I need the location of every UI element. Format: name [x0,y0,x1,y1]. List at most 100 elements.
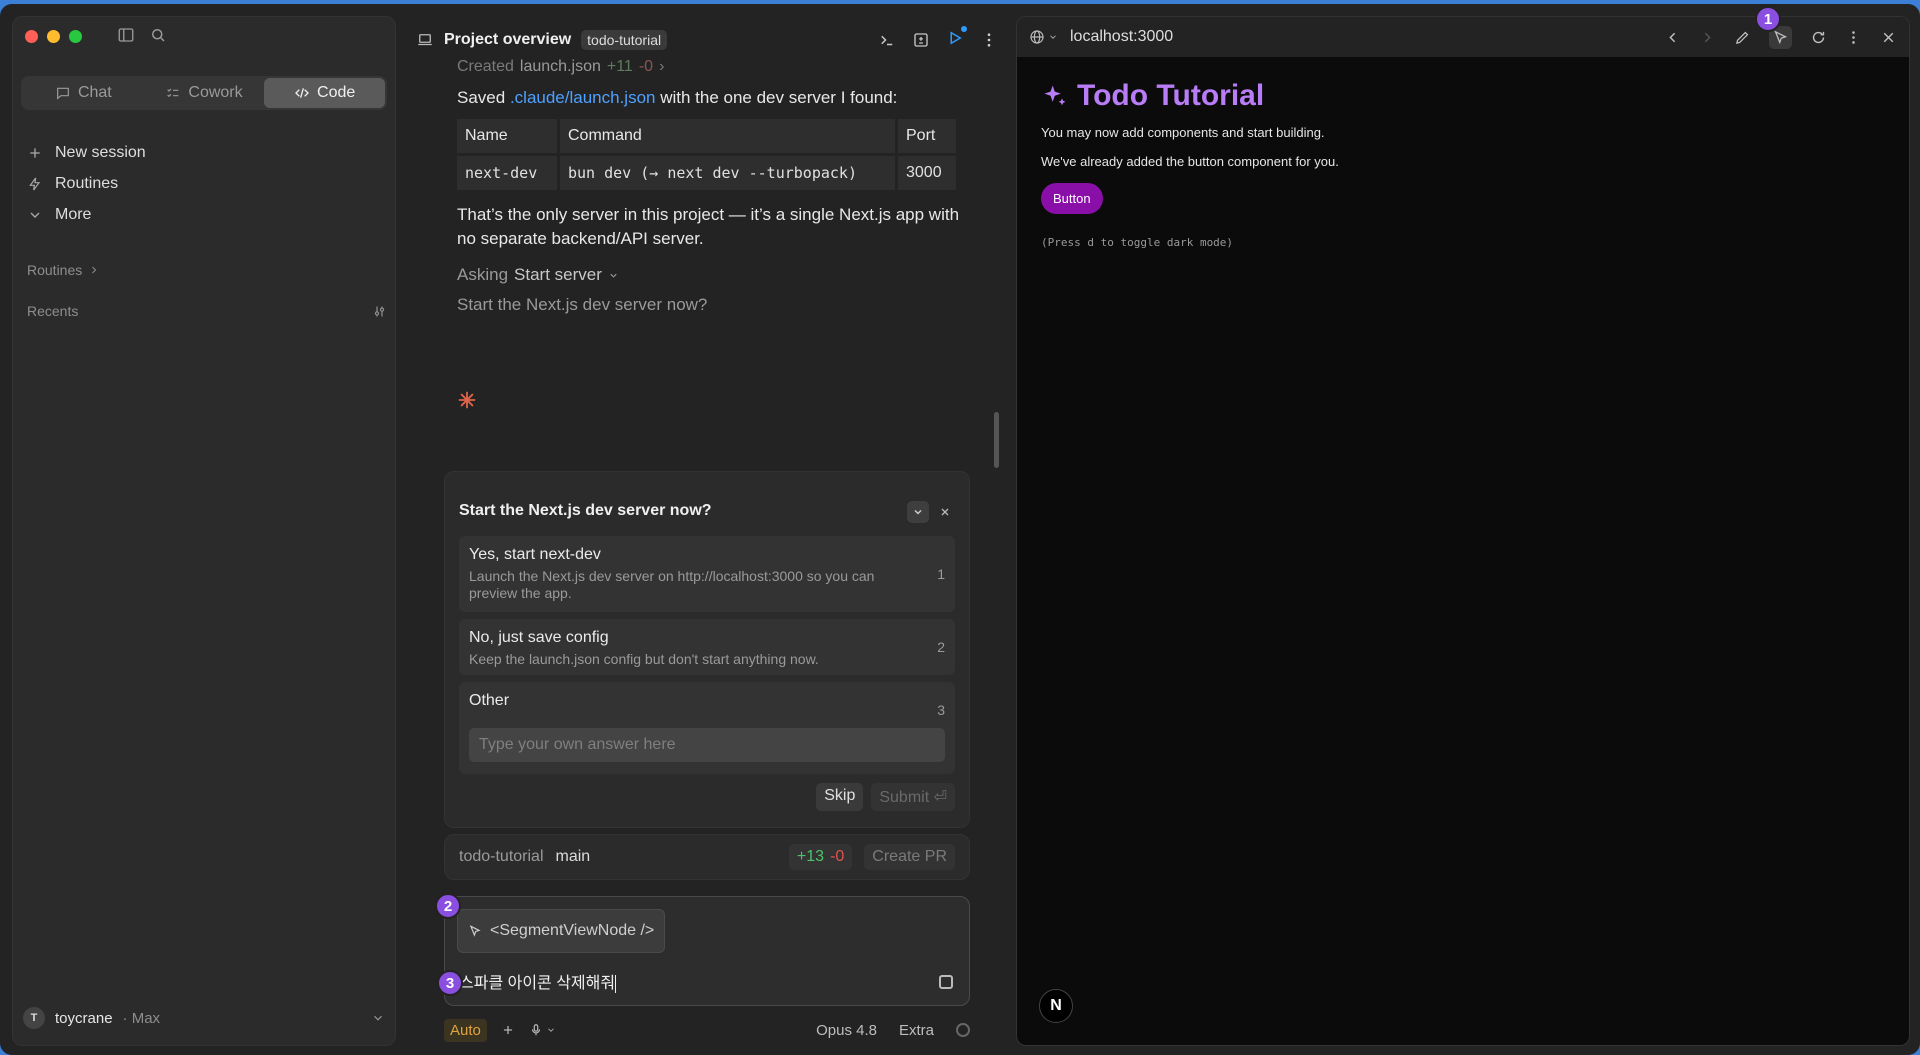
table-cell: next-dev [457,156,557,190]
project-badge: todo-tutorial [581,30,668,50]
thinking-spark-icon [458,391,476,409]
asking-topic: Start server [514,265,602,284]
effort-selector[interactable]: Extra [899,1022,934,1039]
option-label: No, just save config [469,629,609,646]
sidebar-item-label: New session [55,143,146,161]
question-card-footer: Skip Submit ⏎ [816,783,955,811]
prompt-composer[interactable]: <SegmentViewNode /> 스파클 아이콘 삭제해줘 [444,896,970,1006]
option-label: Other [469,692,510,709]
skip-button[interactable]: Skip [816,783,864,811]
section-label: Recents [27,303,79,319]
checklist-icon [167,88,179,98]
routines-section-header[interactable]: Routines [27,262,100,278]
lines-added: +11 [606,58,633,75]
nextjs-devtools-button[interactable]: N [1039,989,1073,1023]
page-title: Project overview [444,31,572,48]
tab-code[interactable]: Code [264,78,386,108]
asking-indicator[interactable]: Asking Start server [457,265,967,285]
close-window-button[interactable] [25,30,38,43]
option-shortcut: 1 [937,566,945,582]
status-dot [961,25,967,32]
chevron-down-icon [914,509,922,515]
question-card-controls [907,501,951,523]
annotation-marker-1: 1 [1755,6,1781,32]
annotation-marker-3: 3 [437,970,463,996]
sidebar-item-label: Routines [55,174,119,192]
scrollbar-thumb[interactable] [994,412,999,468]
session-actions [878,25,998,52]
stop-icon[interactable] [939,975,953,989]
selected-element-chip[interactable]: <SegmentViewNode /> [457,909,666,953]
tab-chat[interactable]: Chat [23,78,144,108]
sidebar-item-label: More [55,205,92,223]
intro-text: We've already added the button component… [1041,154,1339,169]
branch-name[interactable]: main [556,848,591,866]
app-window: Chat Cowork Code New session Routines Mo… [0,4,1920,1055]
chevron-down-icon [548,1028,554,1032]
context-usage-icon[interactable] [956,1023,970,1037]
url-field[interactable]: localhost:3000 [1070,28,1173,46]
plus-icon[interactable] [501,1023,515,1037]
more-vertical-icon[interactable] [1845,29,1862,46]
tool-call-verb: Created [457,58,514,75]
annotation-marker-2: 2 [435,893,461,919]
chevron-down-icon [30,212,40,218]
model-controls: Opus 4.8 Extra [816,1022,970,1039]
site-info-button[interactable] [1029,29,1058,45]
answer-option-other[interactable]: Other 3 [459,682,955,774]
diff-stats-button[interactable]: +13 -0 [788,844,853,870]
avatar: T [23,1007,45,1029]
chevron-down-icon [1050,35,1056,39]
repo-name: todo-tutorial [459,848,544,865]
terminal-icon[interactable] [878,31,896,49]
back-icon[interactable] [1664,29,1681,46]
file-link[interactable]: .claude/launch.json [510,88,656,107]
more-vertical-icon[interactable] [980,31,998,49]
table-header-row: Name Command Port [457,119,956,153]
model-selector[interactable]: Opus 4.8 [816,1022,877,1039]
option-label: Yes, start next-dev [469,546,601,563]
column-header: Command [560,119,895,153]
forward-icon[interactable] [1699,29,1716,46]
prompt-input[interactable]: 스파클 아이콘 삭제해줘 [459,969,617,993]
answer-option-2[interactable]: No, just save config Keep the launch.jso… [459,619,955,675]
account-switcher[interactable]: T toycrane · Max [23,1001,385,1035]
search-icon[interactable] [149,26,167,44]
intro-text: You may now add components and start bui… [1041,125,1325,140]
answer-option-1[interactable]: Yes, start next-dev Launch the Next.js d… [459,536,955,612]
sidebar-item-more[interactable]: More [27,199,387,230]
tab-chat-label: Chat [77,84,112,101]
dark-mode-hint: (Press d to toggle dark mode) [1041,236,1234,249]
tool-call-summary[interactable]: Created launch.json +11 -0 › [457,58,967,76]
chip-label: <SegmentViewNode /> [490,922,655,939]
table-cell: bun dev (→ next dev --turbopack) [560,156,895,190]
collapse-button[interactable] [907,501,929,523]
other-answer-input[interactable] [469,728,945,762]
question-card: Start the Next.js dev server now? Yes, s… [444,471,970,828]
tab-cowork[interactable]: Cowork [144,78,265,108]
permission-mode-button[interactable]: Auto [444,1018,487,1042]
close-icon[interactable] [1880,29,1897,46]
zoom-window-button[interactable] [69,30,82,43]
demo-button[interactable]: Button [1041,183,1103,214]
sidebar-toggle-icon[interactable] [117,26,135,44]
minimize-window-button[interactable] [47,30,60,43]
chevron-right-icon [92,266,97,274]
sparkles-icon[interactable] [1041,82,1069,110]
chevron-down-icon [610,273,617,278]
table-row: next-dev bun dev (→ next dev --turbopack… [457,156,956,190]
preview-page: Todo Tutorial You may now add components… [1041,79,1339,249]
sidebar-item-new-session[interactable]: New session [27,137,387,168]
filter-sliders-icon[interactable] [372,304,387,319]
preview-run-button[interactable] [946,25,967,52]
diff-panel-icon[interactable] [912,31,930,49]
edit-pencil-icon[interactable] [1734,29,1751,46]
mode-tabs: Chat Cowork Code [21,76,387,110]
question-preview: Start the Next.js dev server now? [457,295,708,314]
refresh-icon[interactable] [1810,29,1827,46]
close-icon[interactable] [939,506,951,518]
voice-input-button[interactable] [529,1023,556,1037]
sidebar-item-routines[interactable]: Routines [27,168,387,199]
submit-button[interactable]: Submit ⏎ [871,783,955,811]
create-pr-button[interactable]: Create PR [864,844,955,870]
